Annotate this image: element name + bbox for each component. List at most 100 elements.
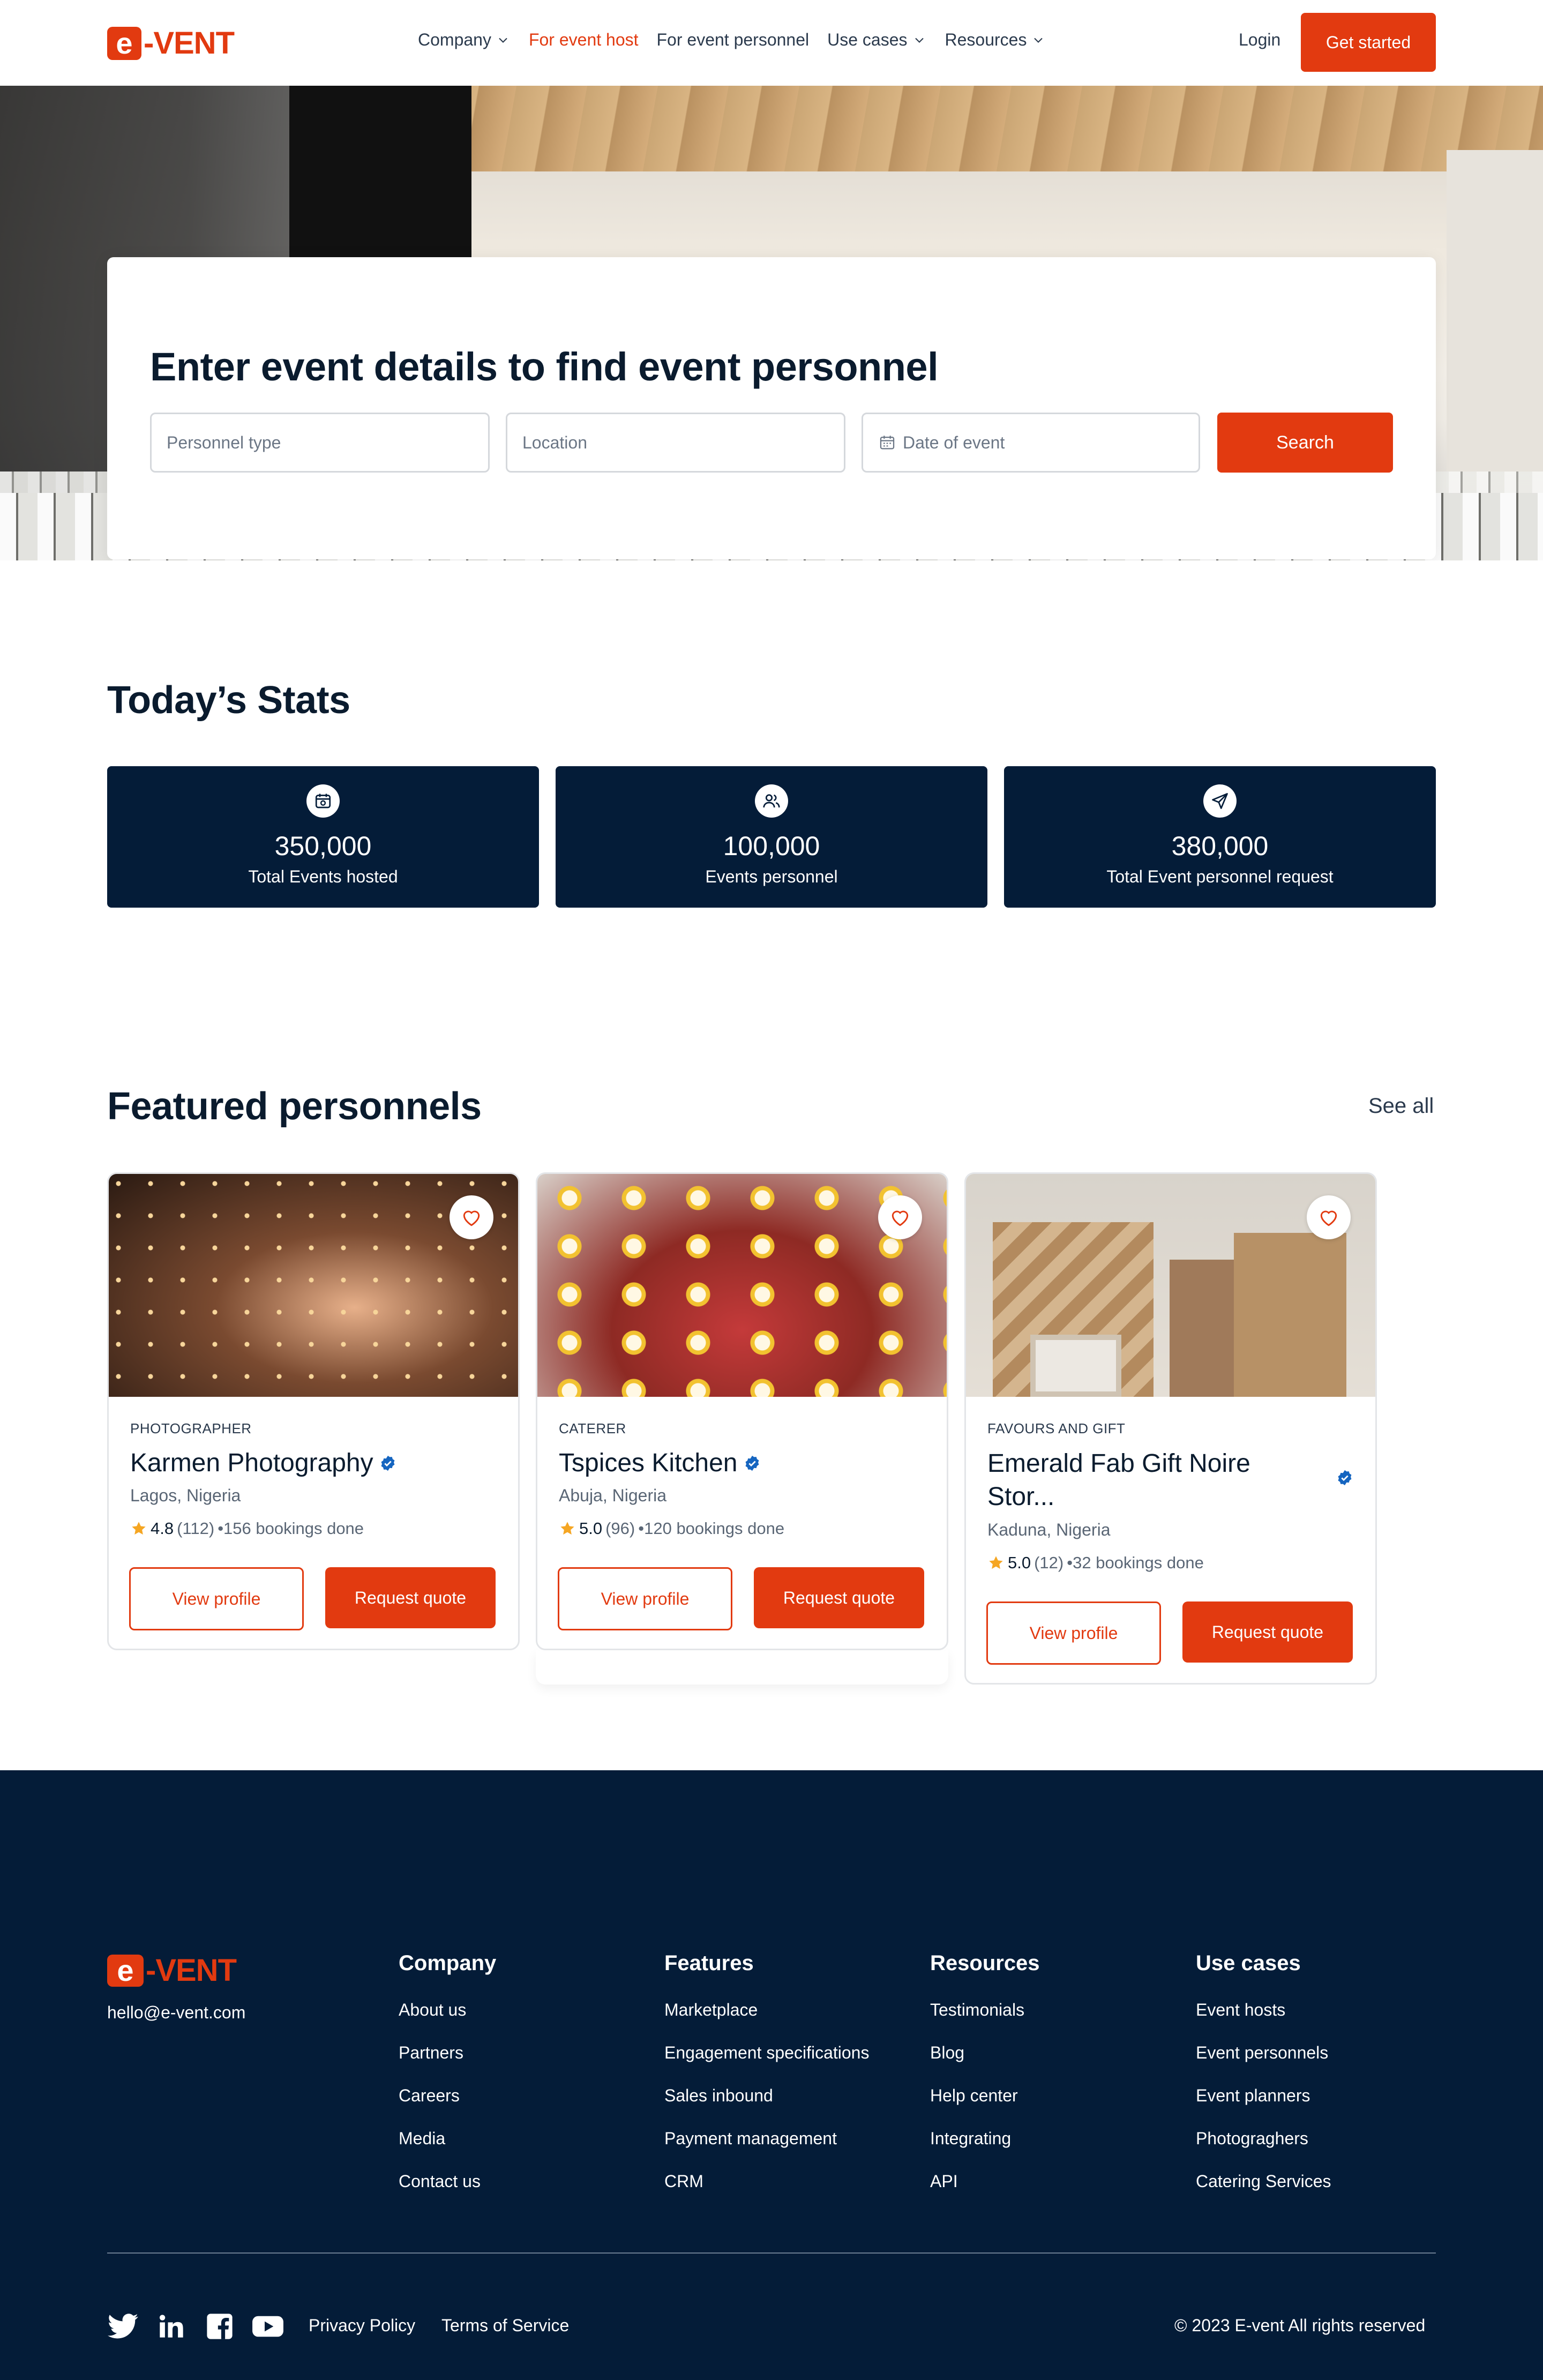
youtube-icon[interactable] (252, 2311, 284, 2341)
rating-value: 4.8 (151, 1519, 174, 1538)
logo-text: -VENT (146, 1953, 237, 1988)
footer-link[interactable]: About us (399, 2000, 496, 2043)
personnel-type-input[interactable]: Personnel type (150, 413, 490, 473)
send-icon (1203, 784, 1237, 818)
request-quote-button[interactable]: Request quote (1182, 1601, 1353, 1663)
search-card: Enter event details to find event person… (107, 257, 1436, 559)
linkedin-icon[interactable] (155, 2311, 188, 2341)
footer-link[interactable]: Catering Services (1196, 2172, 1331, 2214)
request-quote-button[interactable]: Request quote (325, 1567, 496, 1628)
verified-badge-icon (745, 1455, 759, 1471)
bookings-count: •120 bookings done (638, 1519, 785, 1538)
footer-link[interactable]: Event hosts (1196, 2000, 1331, 2043)
footer-link[interactable]: Event planners (1196, 2086, 1331, 2129)
social-links (107, 2311, 284, 2341)
nav-company[interactable]: Company (418, 30, 511, 50)
view-profile-button[interactable]: View profile (558, 1567, 732, 1630)
footer-column-title: Use cases (1196, 1951, 1301, 1975)
footer-link[interactable]: Partners (399, 2043, 496, 2086)
footer-link[interactable]: Media (399, 2129, 496, 2172)
facebook-icon[interactable] (204, 2311, 236, 2341)
stat-card: 350,000 Total Events hosted (107, 766, 539, 908)
footer-link[interactable]: Payment management (664, 2129, 869, 2172)
logo-mark: e (107, 1954, 144, 1987)
review-count: (96) (605, 1519, 635, 1538)
nav-resources-label: Resources (945, 30, 1027, 49)
footer-column-title: Resources (930, 1951, 1040, 1975)
footer-link[interactable]: Photograghers (1196, 2129, 1331, 2172)
footer-link[interactable]: CRM (664, 2172, 869, 2214)
search-button[interactable]: Search (1217, 413, 1393, 473)
stat-value: 350,000 (274, 831, 372, 861)
view-profile-button[interactable]: View profile (129, 1567, 304, 1630)
footer-link[interactable]: API (930, 2172, 1040, 2214)
location-placeholder: Location (522, 432, 587, 452)
favorite-heart-icon[interactable] (1307, 1195, 1351, 1239)
chevron-down-icon (499, 38, 507, 43)
nav-for-event-host[interactable]: For event host (529, 30, 639, 50)
footer-column-title: Features (664, 1951, 754, 1975)
terms-of-service-link[interactable]: Terms of Service (441, 2316, 569, 2336)
footer-link[interactable]: Blog (930, 2043, 1040, 2086)
see-all-link[interactable]: See all (1368, 1094, 1434, 1118)
footer-link[interactable]: Careers (399, 2086, 496, 2129)
footer-column-company: Company About us Partners Careers Media … (399, 1951, 496, 2214)
date-of-event-input[interactable]: Date of event (862, 413, 1200, 473)
footer-link[interactable]: Testimonials (930, 2000, 1040, 2043)
nav-company-label: Company (418, 30, 491, 49)
top-navigation: e -VENT Company For event host For event… (0, 0, 1543, 86)
footer-link[interactable]: Help center (930, 2086, 1040, 2129)
personnel-name[interactable]: Karmen Photography (130, 1448, 397, 1478)
star-icon (989, 1556, 1003, 1569)
footer-link[interactable]: Event personnels (1196, 2043, 1331, 2086)
twitter-icon[interactable] (107, 2311, 139, 2341)
login-link[interactable]: Login (1239, 30, 1280, 50)
logo[interactable]: e -VENT (107, 25, 235, 61)
users-icon (755, 784, 788, 818)
personnel-category: FAVOURS AND GIFT (987, 1420, 1126, 1436)
stat-card: 380,000 Total Event personnel request (1004, 766, 1436, 908)
hero-section: Enter event details to find event person… (0, 86, 1543, 560)
calendar-icon (306, 784, 340, 818)
footer-link[interactable]: Integrating (930, 2129, 1040, 2172)
personnel-name[interactable]: Emerald Fab Gift Noire Stor... (987, 1447, 1309, 1514)
review-count: (112) (177, 1519, 215, 1538)
footer-logo[interactable]: e -VENT (107, 1952, 237, 1988)
personnel-type-placeholder: Personnel type (167, 432, 281, 452)
footer-email-link[interactable]: hello@e-vent.com (107, 2003, 245, 2023)
personnel-category: PHOTOGRAPHER (130, 1420, 252, 1436)
stat-card: 100,000 Events personnel (556, 766, 987, 908)
privacy-policy-link[interactable]: Privacy Policy (309, 2316, 415, 2336)
nav-for-event-personnel[interactable]: For event personnel (657, 30, 810, 50)
card-shadow (536, 1650, 948, 1685)
footer-link[interactable]: Contact us (399, 2172, 496, 2214)
nav-resources[interactable]: Resources (945, 30, 1046, 50)
verified-badge-icon (1338, 1470, 1352, 1486)
nav-links: Company For event host For event personn… (418, 30, 1046, 50)
footer-link[interactable]: Engagement specifications (664, 2043, 869, 2086)
favorite-heart-icon[interactable] (878, 1195, 922, 1239)
personnel-card: PHOTOGRAPHER Karmen Photography Lagos, N… (107, 1172, 520, 1650)
personnel-name[interactable]: Tspices Kitchen (559, 1448, 761, 1478)
personnel-card: FAVOURS AND GIFT Emerald Fab Gift Noire … (964, 1172, 1377, 1685)
footer-link[interactable]: Sales inbound (664, 2086, 869, 2129)
search-title: Enter event details to find event person… (150, 345, 939, 389)
review-count: (12) (1034, 1553, 1064, 1572)
verified-badge-icon (381, 1455, 395, 1471)
request-quote-button[interactable]: Request quote (754, 1567, 924, 1628)
logo-mark: e (107, 26, 141, 60)
logo-text: -VENT (144, 26, 235, 61)
nav-use-cases[interactable]: Use cases (827, 30, 926, 50)
personnel-location: Abuja, Nigeria (559, 1486, 666, 1505)
location-input[interactable]: Location (506, 413, 845, 473)
favorite-heart-icon[interactable] (450, 1195, 493, 1239)
personnel-rating: 4.8 (112) •156 bookings done (130, 1519, 364, 1538)
get-started-button[interactable]: Get started (1301, 13, 1436, 72)
rating-value: 5.0 (1008, 1553, 1031, 1572)
personnel-name-text: Tspices Kitchen (559, 1449, 738, 1477)
personnel-category: CATERER (559, 1420, 626, 1436)
footer-link[interactable]: Marketplace (664, 2000, 869, 2043)
view-profile-button[interactable]: View profile (986, 1601, 1161, 1665)
featured-title: Featured personnels (107, 1085, 482, 1128)
personnel-location: Lagos, Nigeria (130, 1486, 241, 1505)
